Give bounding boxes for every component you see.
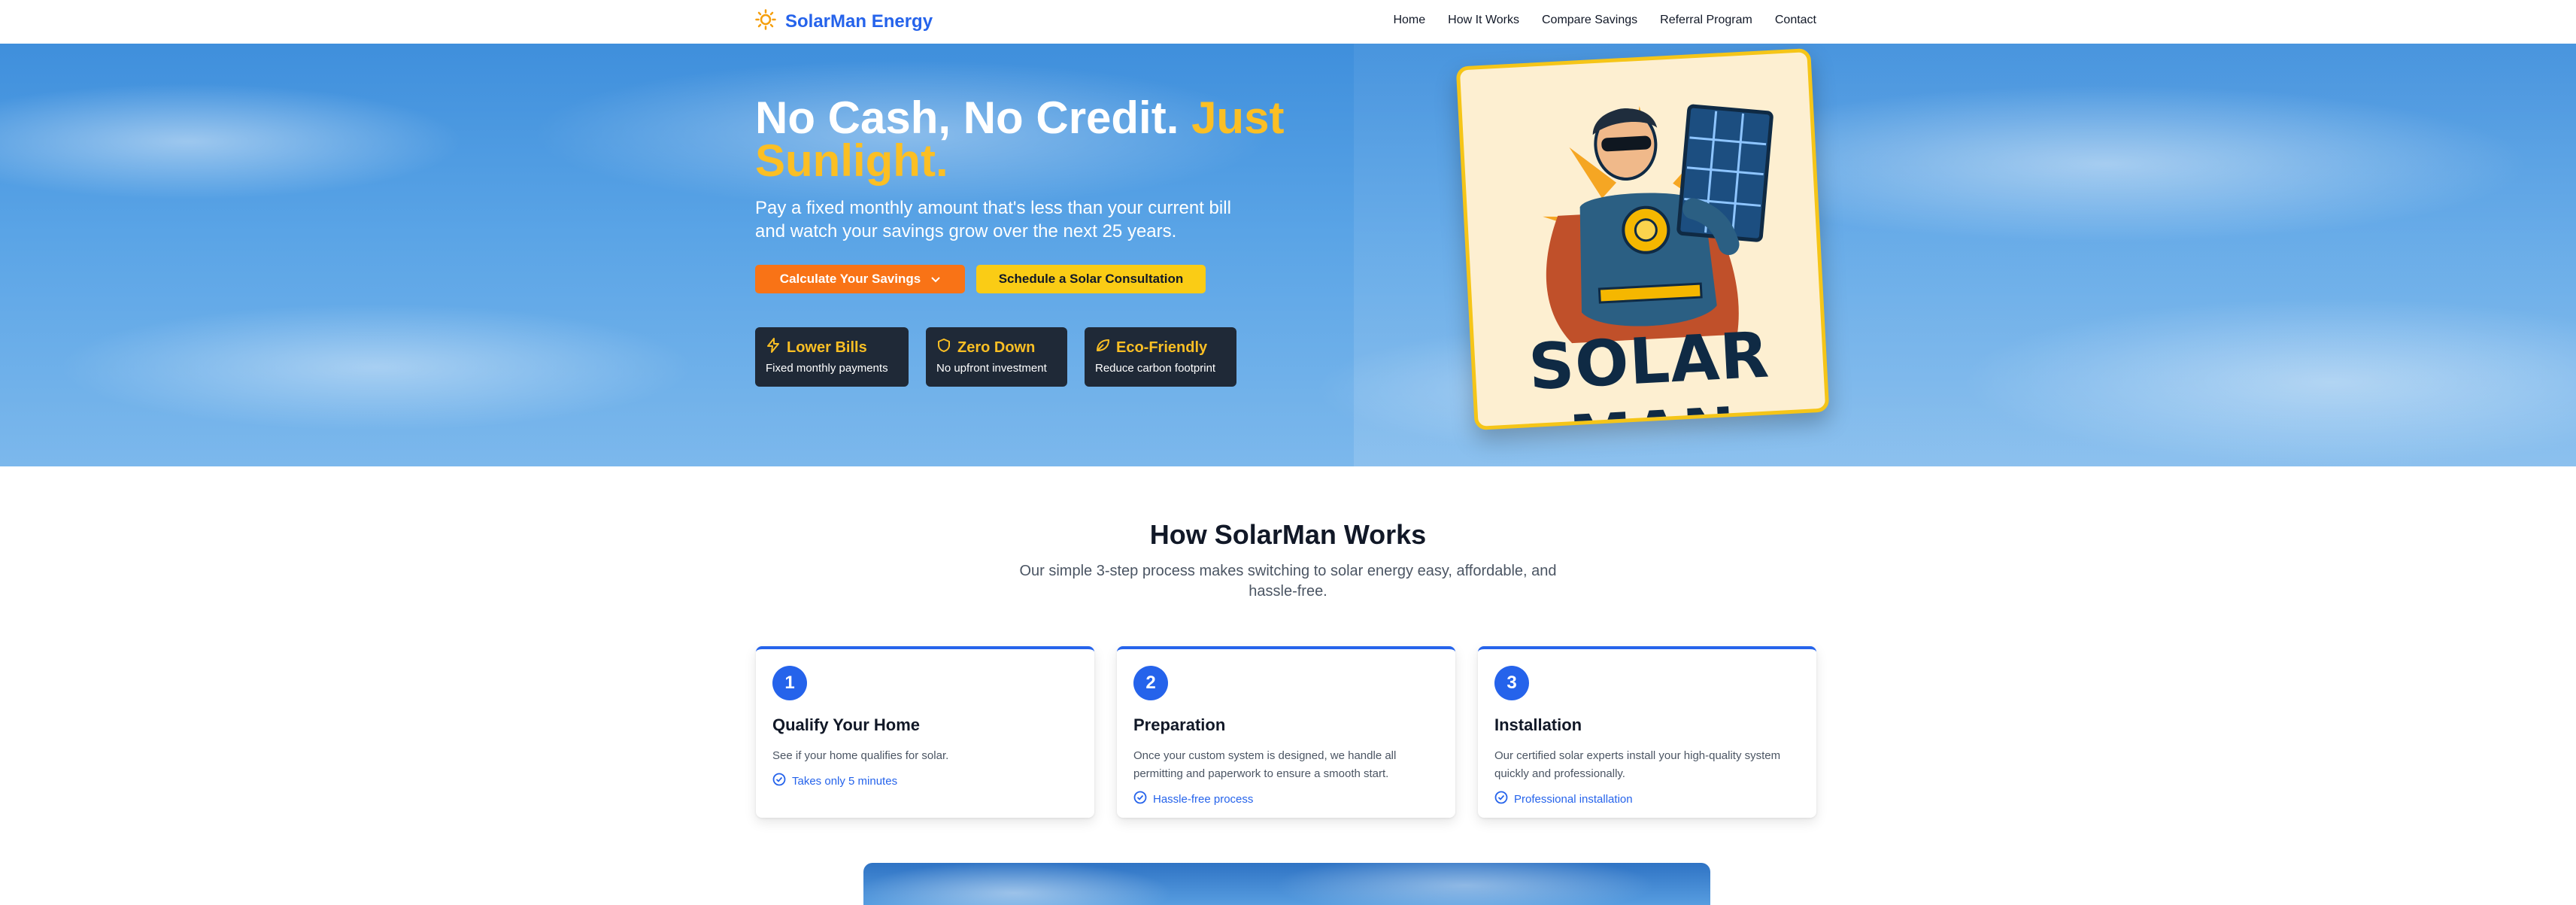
check-circle-icon: [1133, 791, 1147, 807]
top-nav: SolarMan Energy Home How It Works Compar…: [0, 0, 2576, 44]
step-number-badge: 2: [1133, 666, 1168, 700]
feature-title: Lower Bills: [787, 339, 867, 356]
step-title: Preparation: [1133, 715, 1226, 734]
step-description: See if your home qualifies for solar.: [772, 749, 949, 762]
feature-title: Eco-Friendly: [1116, 339, 1208, 356]
calculate-savings-label: Calculate Your Savings: [779, 272, 921, 286]
sun-icon: [755, 9, 776, 34]
nav-links: Home How It Works Compare Savings Referr…: [1393, 14, 1816, 27]
chevron-down-icon: [931, 272, 940, 287]
step-note-text: Takes only 5 minutes: [792, 774, 898, 788]
schedule-consultation-label: Schedule a Solar Consultation: [998, 272, 1184, 286]
step-note: Takes only 5 minutes: [772, 773, 1078, 789]
step-card-installation: 3 Installation Our certified solar exper…: [1478, 646, 1816, 818]
feature-lower-bills: Lower Bills Fixed monthly payments: [755, 327, 909, 387]
nav-link-contact[interactable]: Contact: [1775, 14, 1816, 27]
solar-man-logo: SOLAR MAN: [1455, 47, 1830, 431]
step-note-text: Hassle-free process: [1153, 792, 1254, 806]
calculate-savings-button[interactable]: Calculate Your Savings: [755, 265, 965, 293]
step-number-badge: 3: [1494, 666, 1529, 700]
brand-logo[interactable]: SolarMan Energy: [755, 9, 933, 34]
schedule-consultation-button[interactable]: Schedule a Solar Consultation: [976, 265, 1206, 293]
nav-link-how-it-works[interactable]: How It Works: [1448, 14, 1519, 27]
brand-name: SolarMan Energy: [785, 11, 933, 32]
feature-subtitle: No upfront investment: [936, 362, 1047, 375]
step-card-qualify: 1 Qualify Your Home See if your home qua…: [756, 646, 1094, 818]
hero-subtitle: Pay a fixed monthly amount that's less t…: [755, 198, 1231, 241]
leaf-icon: [1095, 338, 1110, 357]
feature-subtitle: Fixed monthly payments: [766, 362, 888, 375]
hero-title: No Cash, No Credit. Just Sunlight.: [755, 96, 1327, 184]
feature-eco-friendly: Eco-Friendly Reduce carbon footprint: [1085, 327, 1236, 387]
step-title: Installation: [1494, 715, 1582, 734]
feature-title: Zero Down: [957, 339, 1036, 356]
step-number-badge: 1: [772, 666, 807, 700]
step-note: Professional installation: [1494, 791, 1800, 807]
how-it-works-subtitle: Our simple 3-step process makes switchin…: [1019, 563, 1557, 600]
sky-image-banner: [863, 863, 1710, 905]
feature-subtitle: Reduce carbon footprint: [1095, 362, 1216, 375]
step-title: Qualify Your Home: [772, 715, 921, 734]
step-description: Once your custom system is designed, we …: [1133, 749, 1397, 780]
check-circle-icon: [772, 773, 786, 789]
how-it-works-title: How SolarMan Works: [1149, 519, 1427, 550]
logo-text: SOLAR MAN: [1527, 317, 1771, 430]
shield-icon: [936, 338, 951, 357]
step-card-preparation: 2 Preparation Once your custom system is…: [1117, 646, 1455, 818]
nav-link-home[interactable]: Home: [1393, 14, 1425, 27]
check-circle-icon: [1494, 791, 1508, 807]
step-note: Hassle-free process: [1133, 791, 1439, 807]
step-note-text: Professional installation: [1514, 792, 1633, 806]
nav-link-compare-savings[interactable]: Compare Savings: [1542, 14, 1637, 27]
hero-section: No Cash, No Credit. Just Sunlight. Pay a…: [0, 44, 2576, 466]
nav-link-referral-program[interactable]: Referral Program: [1660, 14, 1752, 27]
lightning-icon: [766, 338, 781, 357]
step-description: Our certified solar experts install your…: [1494, 749, 1781, 780]
feature-zero-down: Zero Down No upfront investment: [926, 327, 1067, 387]
